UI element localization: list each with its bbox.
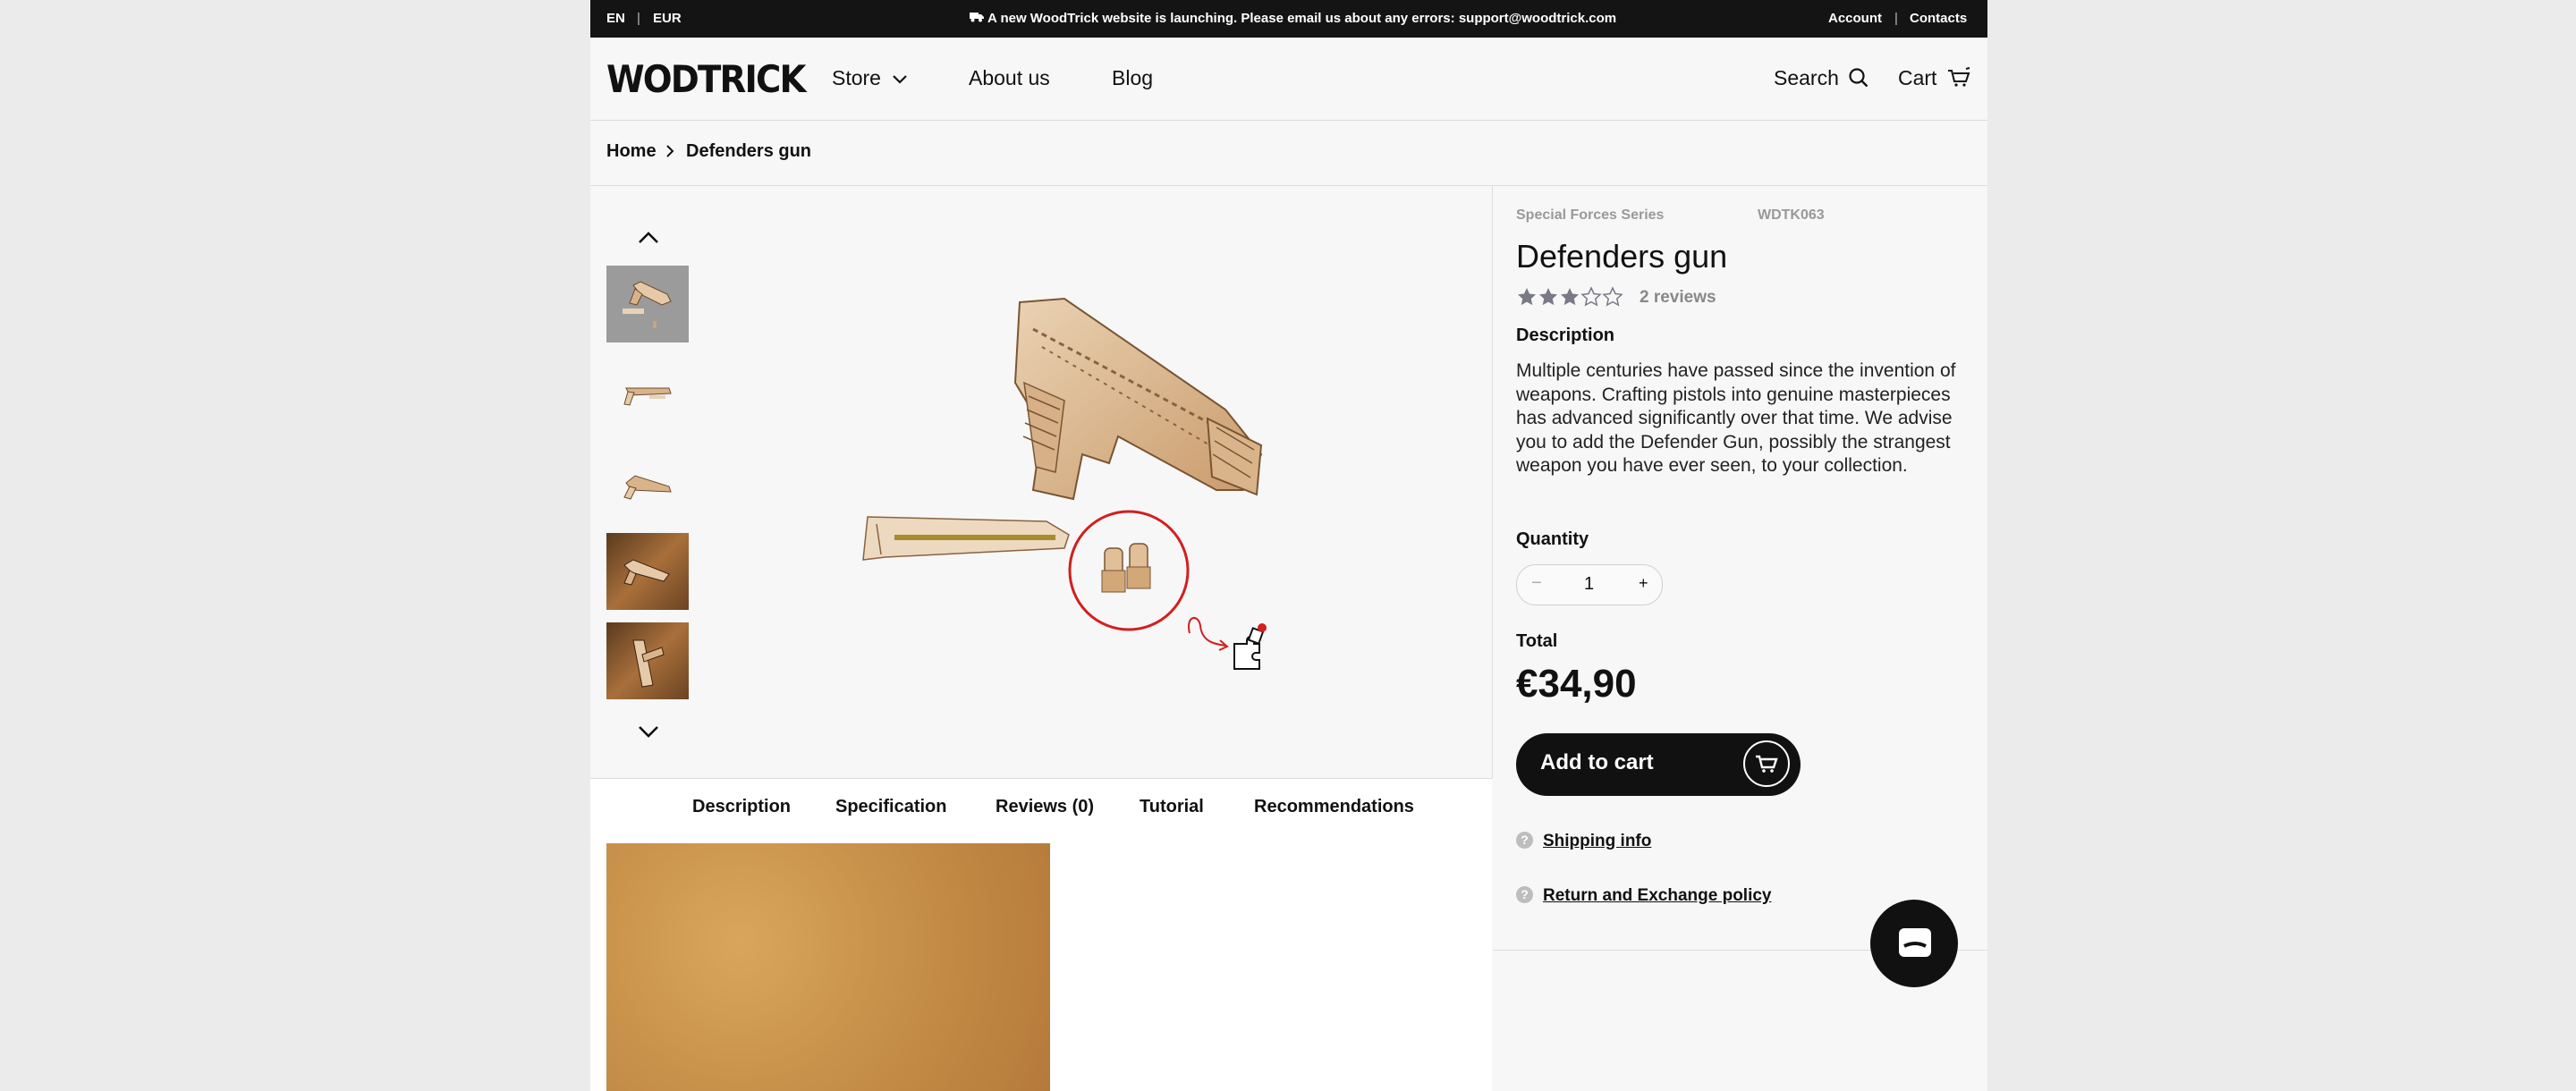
description-label: Description xyxy=(1516,326,1615,345)
tab-content xyxy=(590,843,1492,1091)
gun-photo-image xyxy=(623,559,670,586)
breadcrumb: Home Defenders gun xyxy=(590,121,1987,186)
thumbs-up-arrow[interactable] xyxy=(637,224,660,251)
thumbnail-5[interactable] xyxy=(606,622,689,699)
gun-thumbnail-image xyxy=(623,281,672,328)
quantity-input[interactable]: 1 xyxy=(1584,574,1594,595)
product-tabs: Description Specification Reviews (0) Tu… xyxy=(590,778,1492,844)
tab-description[interactable]: Description xyxy=(692,797,791,817)
search-icon xyxy=(1844,66,1869,89)
question-icon: ? xyxy=(1516,832,1533,849)
main-product-image[interactable] xyxy=(841,275,1342,687)
shipping-info-link[interactable]: ? Shipping info xyxy=(1516,832,1651,851)
cart-icon xyxy=(1743,740,1790,787)
tab-recommendations[interactable]: Recommendations xyxy=(1254,797,1414,817)
logo[interactable]: WODTRICK xyxy=(606,57,806,101)
nav-blog[interactable]: Blog xyxy=(1112,66,1153,90)
product-sku: WDTK063 xyxy=(1758,207,1825,223)
tab-reviews[interactable]: Reviews (0) xyxy=(996,797,1094,817)
quantity-stepper: − 1 + xyxy=(1516,564,1663,605)
gun-photo-image xyxy=(632,639,665,688)
nav-store-label: Store xyxy=(832,66,881,89)
thumbnail-4[interactable] xyxy=(606,533,689,610)
announcement-text: A new WoodTrick website is launching. Pl… xyxy=(987,11,1617,26)
total-price: €34,90 xyxy=(1516,662,1637,706)
divider: | xyxy=(637,11,640,26)
description-text: Multiple centuries have passed since the… xyxy=(1516,360,1956,476)
product-gallery xyxy=(590,186,1493,778)
search-label: Search xyxy=(1774,66,1839,89)
gun-thumbnail-image xyxy=(623,475,672,500)
reviews-link[interactable]: 2 reviews xyxy=(1640,288,1716,308)
currency-selector[interactable]: EUR xyxy=(653,11,682,26)
nav-about-us[interactable]: About us xyxy=(969,66,1050,90)
add-to-cart-label: Add to cart xyxy=(1540,750,1654,774)
announcement-bar: EN | EUR A new WoodTrick website is laun… xyxy=(590,0,1987,38)
account-link[interactable]: Account xyxy=(1828,11,1882,26)
cart-button[interactable]: Cart xyxy=(1898,66,1971,90)
total-label: Total xyxy=(1516,631,1558,651)
star-icon xyxy=(1518,286,1623,307)
search-button[interactable]: Search xyxy=(1774,66,1869,90)
quantity-increment-button[interactable]: + xyxy=(1639,574,1648,593)
divider: | xyxy=(1894,11,1898,26)
site-header: WODTRICK Store About us Blog Search Cart xyxy=(590,38,1987,121)
thumbnail-2[interactable] xyxy=(606,354,689,431)
product-info-panel: Special Forces Series WDTK063 Defenders … xyxy=(1493,186,1987,951)
tab-tutorial[interactable]: Tutorial xyxy=(1140,797,1204,817)
product-title: Defenders gun xyxy=(1516,238,1728,275)
cart-label: Cart xyxy=(1898,66,1937,89)
thumbnail-1[interactable] xyxy=(606,266,689,343)
gun-thumbnail-image xyxy=(623,387,672,406)
thumbnail-3[interactable] xyxy=(606,444,689,520)
return-policy-link[interactable]: ? Return and Exchange policy xyxy=(1516,886,1772,906)
quantity-label: Quantity xyxy=(1516,529,1589,549)
truck-icon xyxy=(970,11,984,26)
breadcrumb-current: Defenders gun xyxy=(686,141,812,161)
product-series[interactable]: Special Forces Series xyxy=(1516,207,1664,224)
chevron-right-icon xyxy=(665,143,674,164)
chevron-down-icon xyxy=(886,66,908,89)
quantity-decrement-button[interactable]: − xyxy=(1531,573,1542,594)
breadcrumb-home[interactable]: Home xyxy=(606,141,657,162)
chat-icon xyxy=(1870,928,1958,991)
chat-button[interactable] xyxy=(1870,900,1958,987)
rating-stars xyxy=(1516,286,1623,314)
tab-specification[interactable]: Specification xyxy=(835,797,946,817)
page: EN | EUR A new WoodTrick website is laun… xyxy=(590,0,1987,1091)
language-selector[interactable]: EN xyxy=(606,11,625,26)
add-to-cart-button[interactable]: Add to cart xyxy=(1516,733,1801,796)
contacts-link[interactable]: Contacts xyxy=(1910,11,1967,26)
cart-icon xyxy=(1943,66,1971,89)
defenders-gun-image xyxy=(862,297,1267,670)
sand-background-image xyxy=(606,843,1050,1091)
question-icon: ? xyxy=(1516,886,1533,903)
return-policy-label: Return and Exchange policy xyxy=(1543,886,1772,905)
shipping-info-label: Shipping info xyxy=(1543,832,1652,850)
nav-store[interactable]: Store xyxy=(832,66,908,90)
thumbs-down-arrow[interactable] xyxy=(637,717,660,745)
